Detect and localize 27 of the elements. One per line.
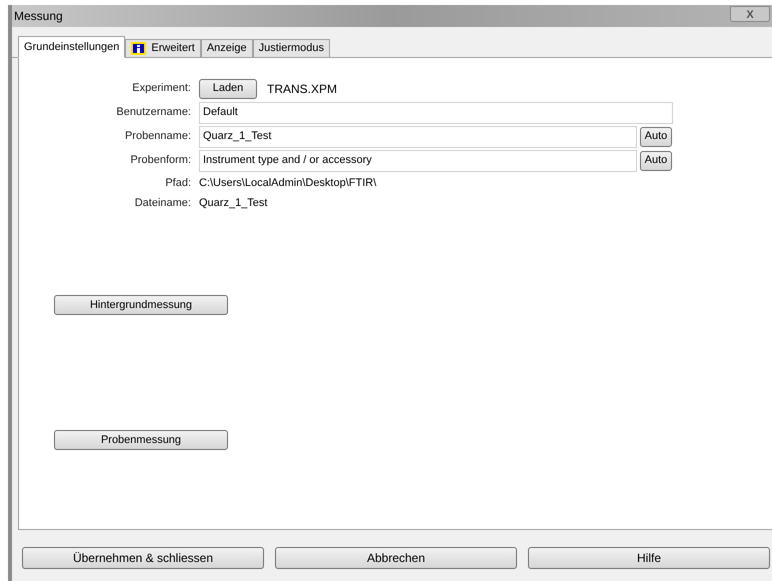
load-button[interactable]: Laden: [199, 78, 257, 98]
background-measure-button[interactable]: Hintergrundmessung: [54, 295, 228, 315]
tab[interactable]: Grundeinstellungen: [18, 36, 126, 58]
input-field[interactable]: Default: [199, 102, 673, 124]
field-label: Probenname:: [124, 129, 192, 144]
field-label: Pfad:: [164, 176, 192, 191]
field-label: Dateiname:: [134, 196, 192, 211]
field-label: Experiment:: [131, 81, 192, 96]
tab[interactable]: Justiermodus: [252, 39, 330, 58]
tab[interactable]: Anzeige: [200, 39, 253, 58]
tab[interactable]: Erweitert: [125, 39, 201, 58]
field-value: C:\Users\LocalAdmin\Desktop\FTIR\: [199, 176, 376, 191]
experiment-file: TRANS.XPM: [267, 80, 338, 98]
auto-button[interactable]: Auto: [640, 150, 672, 170]
close-button[interactable]: X: [730, 6, 770, 22]
window-title: Messung: [14, 8, 63, 25]
field-label: Benutzername:: [115, 105, 192, 120]
dialog-button[interactable]: Abbrechen: [275, 547, 517, 569]
input-field[interactable]: Quarz_1_Test: [199, 126, 637, 148]
input-field[interactable]: Instrument type and / or accessory: [199, 150, 637, 172]
field-label: Probenform:: [129, 153, 192, 168]
field-value: Quarz_1_Test: [199, 196, 268, 211]
dialog-button[interactable]: Hilfe: [528, 547, 770, 569]
sample-measure-button[interactable]: Probenmessung: [54, 430, 228, 450]
auto-button[interactable]: Auto: [640, 126, 672, 146]
info-icon: [131, 42, 146, 55]
dialog-button[interactable]: Übernehmen & schliessen: [22, 547, 264, 569]
